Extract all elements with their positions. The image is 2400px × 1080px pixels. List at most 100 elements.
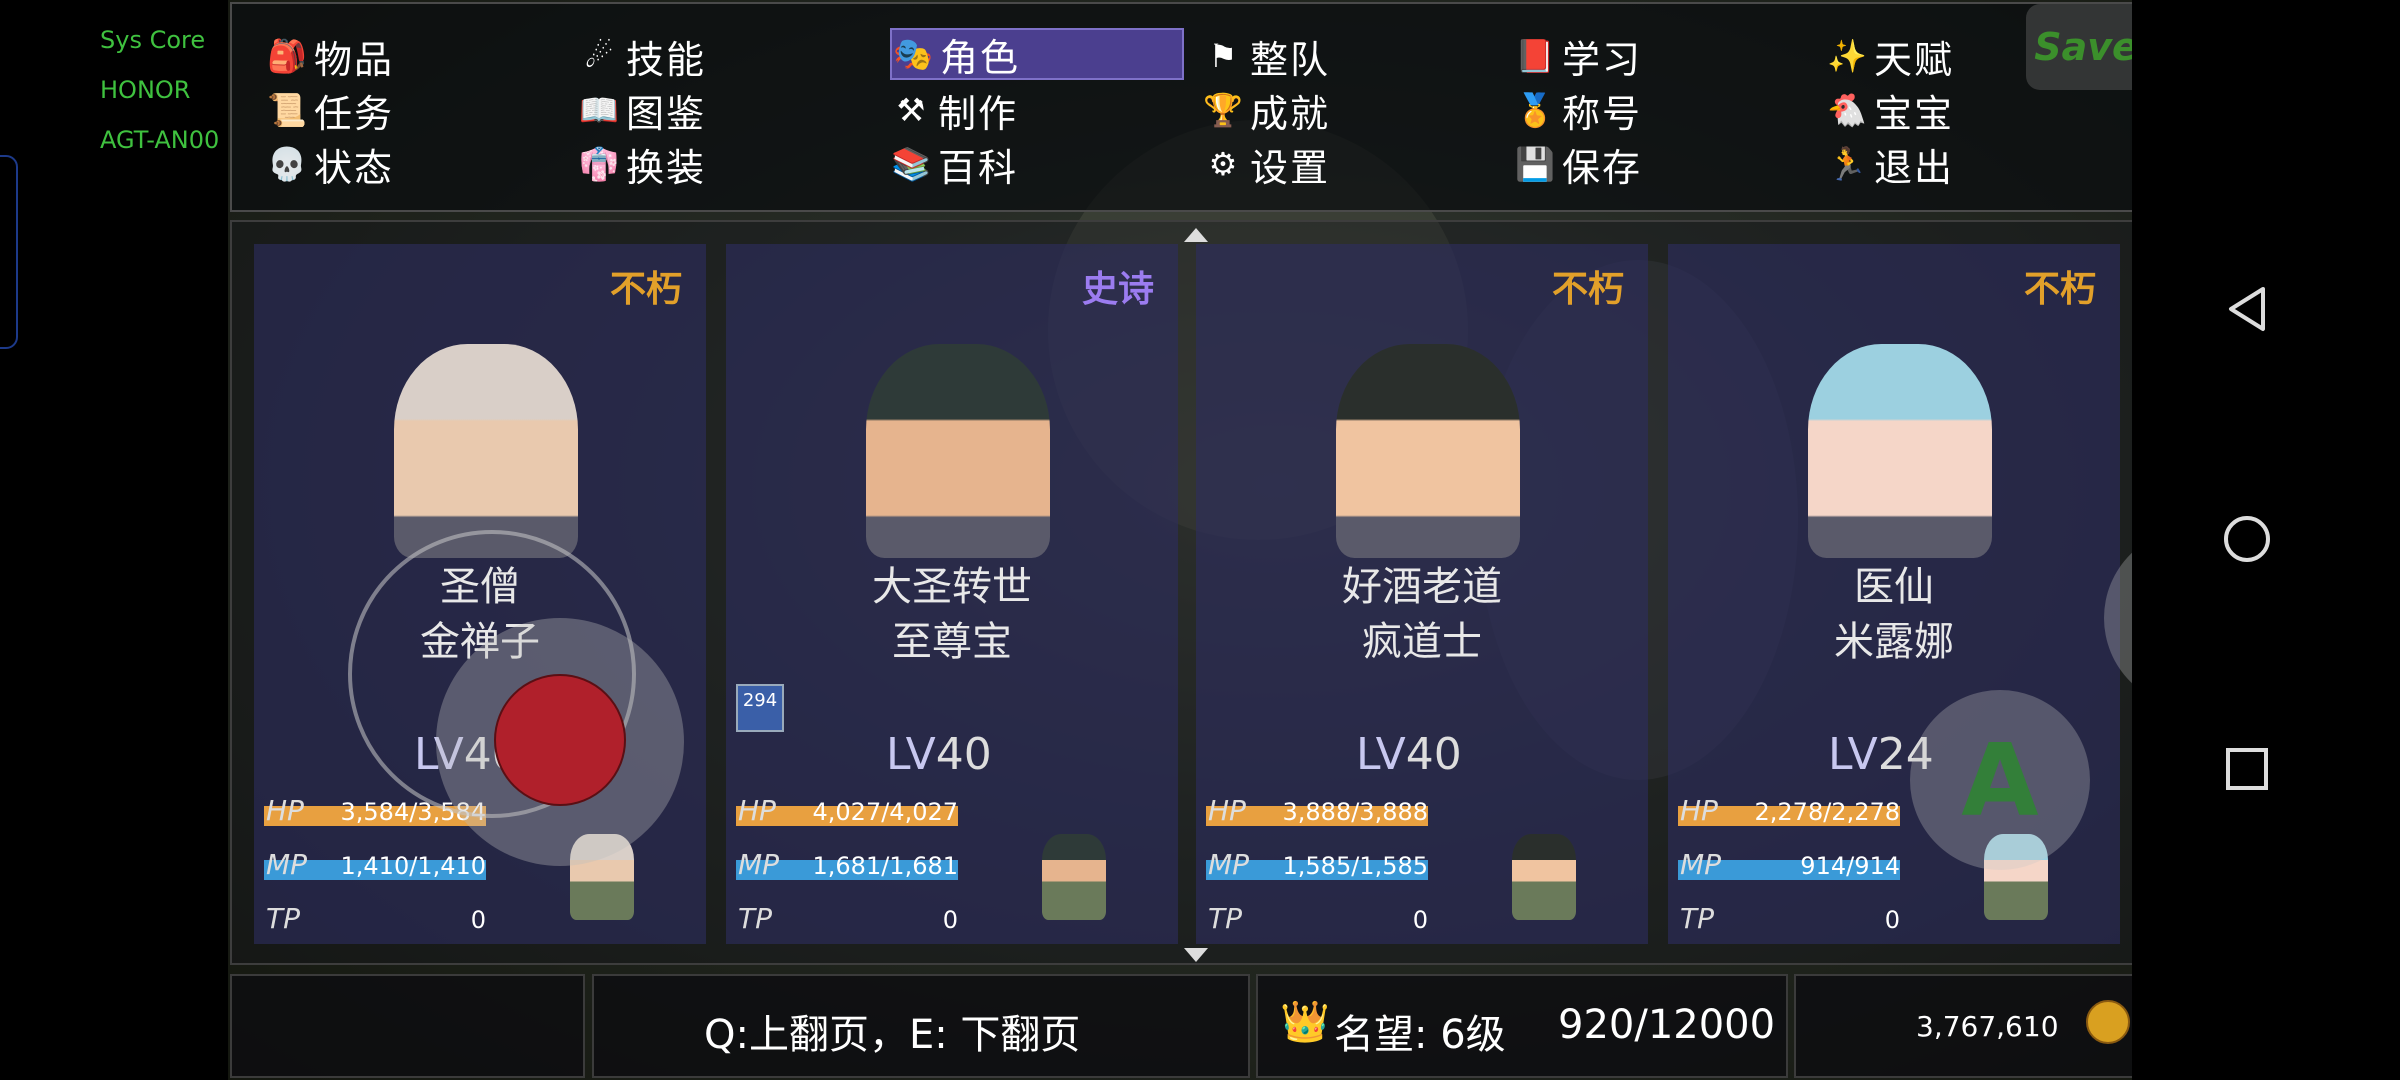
anvil-icon: ⚒	[896, 91, 926, 129]
menu-item-label: 设置	[1250, 145, 1331, 190]
party-member-card[interactable]: 史诗 大圣转世 至尊宝 LV40 HP 4,027/4,027 MP 1,681/1,681 T…	[726, 244, 1178, 944]
hp-label: HP	[266, 794, 304, 827]
mp-value: 914/914	[1800, 852, 1900, 880]
hp-label: HP	[738, 794, 776, 827]
tp-row: TP 0	[1678, 902, 1900, 935]
menu-item-3[interactable]: ⚑ 整队	[1202, 30, 1330, 82]
bag-icon: 🎒	[267, 37, 307, 75]
status-line-model: AGT-AN00	[100, 126, 220, 154]
menu-item-label: 称号	[1562, 91, 1643, 136]
character-name: 米露娜	[1834, 619, 1954, 665]
status-effect-badge: 294	[736, 684, 784, 732]
encyclopedia-icon: 📚	[891, 145, 931, 183]
hp-value: 3,888/3,888	[1282, 798, 1429, 826]
menu-item-9[interactable]: 🏆 成就	[1202, 84, 1330, 136]
character-portrait	[866, 344, 1050, 558]
edge-side-tab[interactable]	[0, 155, 18, 349]
page-hint-segment: Q:上翻页，E: 下翻页	[592, 974, 1250, 1078]
menu-item-label: 学习	[1562, 37, 1643, 82]
menu-item-1[interactable]: ☄ 技能	[578, 30, 706, 82]
menu-item-12[interactable]: 💀 状态	[266, 138, 394, 190]
menu-item-label: 保存	[1562, 145, 1643, 190]
menu-item-label: 宝宝	[1874, 91, 1955, 136]
menu-item-6[interactable]: 📜 任务	[266, 84, 394, 136]
menu-item-label: 角色	[940, 35, 1021, 80]
tp-row: TP 0	[264, 902, 486, 935]
menu-item-2[interactable]: 🎭 角色	[890, 28, 1184, 80]
menu-item-14[interactable]: 📚 百科	[890, 138, 1018, 190]
rarity-label: 不朽	[609, 269, 682, 310]
codex-icon: 📖	[579, 91, 619, 129]
mp-bar: MP 1,681/1,681	[736, 848, 959, 881]
exit-runner-icon: 🏃	[1827, 145, 1867, 183]
party-member-card[interactable]: 不朽 好酒老道 疯道士 LV40 HP 3,888/3,888 MP 1,585/1,585 T…	[1196, 244, 1648, 944]
hp-bar: HP 4,027/4,027	[736, 794, 959, 827]
menu-item-11[interactable]: 🐔 宝宝	[1826, 84, 1954, 136]
flag-icon: ⚑	[1208, 37, 1238, 75]
level-prefix: LV	[1828, 729, 1878, 780]
character-sprite	[1512, 834, 1576, 920]
menu-item-13[interactable]: 👘 换装	[578, 138, 706, 190]
menu-item-10[interactable]: 🏅 称号	[1514, 84, 1642, 136]
tp-row: TP 0	[736, 902, 958, 935]
menu-item-label: 状态	[314, 145, 395, 190]
character-title: 医仙	[1854, 564, 1934, 610]
character-title: 好酒老道	[1342, 564, 1502, 610]
gold-segment: 3,767,610	[1794, 974, 2132, 1078]
hp-value: 4,027/4,027	[812, 798, 959, 826]
quest-scroll-icon: 📜	[267, 91, 307, 129]
scroll-up-arrow-icon[interactable]	[1184, 228, 1208, 242]
android-nav-bar	[2132, 0, 2400, 1080]
character-title: 大圣转世	[872, 564, 1032, 610]
rarity-label: 史诗	[1081, 269, 1154, 310]
menu-item-17[interactable]: 🏃 退出	[1826, 138, 1954, 190]
level-value: 40	[1405, 729, 1462, 780]
status-line-brand: HONOR	[100, 76, 191, 104]
fame-progress-text: 920/12000	[1558, 1002, 1776, 1048]
trophy-icon: 🏆	[1203, 91, 1243, 129]
mp-label: MP	[266, 848, 308, 881]
mp-value: 1,681/1,681	[812, 852, 959, 880]
book-icon: 📕	[1515, 37, 1555, 75]
back-icon[interactable]	[2212, 274, 2282, 344]
menu-item-15[interactable]: ⚙ 设置	[1202, 138, 1330, 190]
a-button[interactable]: A	[1910, 690, 2090, 870]
home-icon[interactable]	[2212, 504, 2282, 574]
tp-row: TP 0	[1206, 902, 1428, 935]
scroll-down-arrow-icon[interactable]	[1184, 948, 1208, 962]
hp-bar: HP 3,888/3,888	[1206, 794, 1429, 827]
menu-item-label: 退出	[1874, 145, 1955, 190]
mp-value: 1,585/1,585	[1282, 852, 1429, 880]
menu-item-label: 成就	[1250, 91, 1331, 136]
menu-item-16[interactable]: 💾 保存	[1514, 138, 1642, 190]
character-portrait	[1336, 344, 1520, 558]
virtual-joystick-knob[interactable]	[494, 674, 626, 806]
skill-scroll-icon: ☄	[584, 37, 614, 75]
gold-coin-icon	[2086, 1000, 2130, 1044]
system-status-strip: Sys Core HONOR AGT-AN00	[0, 0, 228, 1080]
menu-item-label: 换装	[626, 145, 707, 190]
mp-label: MP	[1680, 848, 1722, 881]
bottom-empty-segment	[230, 974, 585, 1078]
hp-label: HP	[1680, 794, 1718, 827]
menu-item-label: 天赋	[1874, 37, 1955, 82]
fame-segment: 👑 名望: 6级 920/12000	[1256, 974, 1788, 1078]
masks-icon: 🎭	[893, 35, 933, 73]
gold-amount: 3,767,610	[1916, 1010, 2059, 1043]
game-screen: 🎒 物品 ☄ 技能 🎭 角色 ⚑ 整队 📕 学习 ✨ 天赋 📜 任务 📖 图鉴 ⚒ 制作 🏆 成就 🏅 称号 🐔 宝宝 💀 状态 👘…	[228, 0, 2132, 1080]
outfit-icon: 👘	[579, 145, 619, 183]
menu-item-label: 物品	[314, 37, 395, 82]
tp-value: 0	[1884, 906, 1900, 934]
save-button[interactable]: Save	[2026, 4, 2132, 90]
tp-value: 0	[1412, 906, 1428, 934]
menu-item-7[interactable]: 📖 图鉴	[578, 84, 706, 136]
tp-value: 0	[942, 906, 958, 934]
character-portrait	[1808, 344, 1992, 558]
level-prefix: LV	[1356, 729, 1406, 780]
menu-item-8[interactable]: ⚒ 制作	[890, 84, 1018, 136]
menu-item-4[interactable]: 📕 学习	[1514, 30, 1642, 82]
menu-item-5[interactable]: ✨ 天赋	[1826, 30, 1954, 82]
menu-item-0[interactable]: 🎒 物品	[266, 30, 394, 82]
level-value: 40	[935, 729, 992, 780]
recent-apps-icon[interactable]	[2212, 734, 2282, 804]
